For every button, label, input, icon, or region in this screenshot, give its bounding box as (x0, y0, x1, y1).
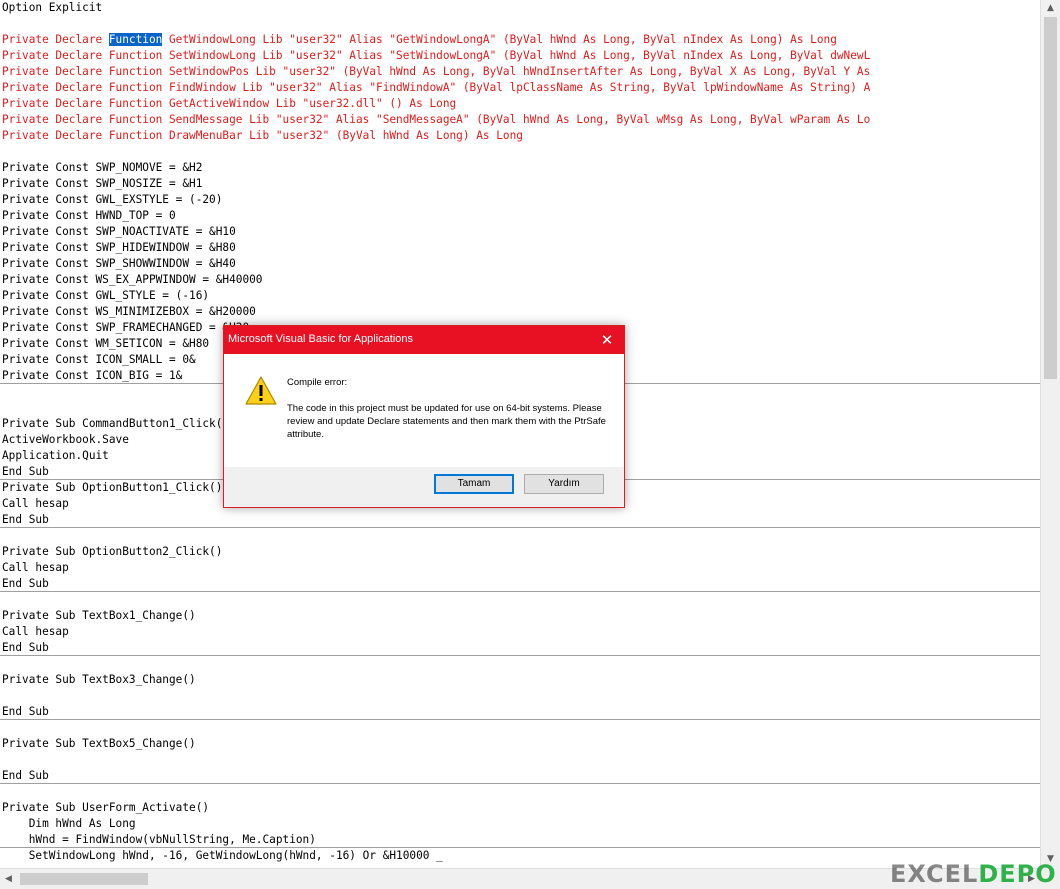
code-line[interactable]: End Sub (2, 704, 49, 720)
code-line[interactable]: Private Declare Function DrawMenuBar Lib… (2, 128, 523, 144)
code-line[interactable]: Private Const SWP_HIDEWINDOW = &H80 (2, 240, 236, 256)
selected-text: Function (108, 33, 163, 46)
code-line[interactable]: Application.Quit (2, 448, 109, 464)
dialog-body: Compile error: The code in this project … (224, 354, 624, 467)
code-line[interactable]: Call hesap (2, 624, 69, 640)
scroll-up-arrow-icon[interactable]: ▲ (1041, 0, 1060, 17)
horizontal-scroll-thumb[interactable] (20, 873, 148, 885)
close-icon[interactable]: ✕ (590, 326, 624, 354)
dialog-titlebar[interactable]: Microsoft Visual Basic for Applications … (224, 326, 624, 354)
code-line[interactable]: Private Declare Function GetActiveWindow… (2, 96, 456, 112)
dialog-title: Microsoft Visual Basic for Applications (228, 333, 414, 345)
scroll-left-arrow-icon[interactable]: ◀ (0, 869, 17, 889)
procedure-separator (0, 655, 1040, 656)
code-line[interactable]: Private Declare Function SendMessage Lib… (2, 112, 870, 128)
ok-button[interactable]: Tamam (434, 474, 514, 494)
code-line[interactable]: Private Const SWP_NOSIZE = &H1 (2, 176, 202, 192)
code-line[interactable]: Private Const WS_EX_APPWINDOW = &H40000 (2, 272, 262, 288)
code-line[interactable]: End Sub (2, 464, 49, 480)
code-line[interactable]: Private Const HWND_TOP = 0 (2, 208, 176, 224)
code-line[interactable]: Call hesap (2, 560, 69, 576)
code-line[interactable]: Private Const ICON_BIG = 1& (2, 368, 182, 384)
code-line[interactable]: Private Const GWL_STYLE = (-16) (2, 288, 209, 304)
help-button[interactable]: Yardım (524, 474, 604, 494)
code-line[interactable]: End Sub (2, 640, 49, 656)
dialog-footer: Tamam Yardım (224, 467, 624, 507)
code-line[interactable]: Option Explicit (2, 0, 102, 16)
code-line[interactable]: Private Const SWP_NOMOVE = &H2 (2, 160, 202, 176)
code-line[interactable]: Private Sub TextBox1_Change() (2, 608, 196, 624)
code-line[interactable]: Private Declare Function GetWindowLong L… (2, 32, 837, 48)
scroll-down-arrow-icon[interactable]: ▼ (1041, 851, 1060, 868)
code-line[interactable]: SetWindowLong hWnd, -16, GetWindowLong(h… (2, 848, 443, 864)
horizontal-scrollbar[interactable]: ◀ ▶ (0, 868, 1040, 889)
procedure-separator (0, 591, 1040, 592)
code-line[interactable]: Private Sub UserForm_Activate() (2, 800, 209, 816)
error-heading: Compile error: (287, 377, 348, 388)
code-line[interactable]: Private Declare Function SetWindowPos Li… (2, 64, 870, 80)
code-line[interactable]: Private Const WS_MINIMIZEBOX = &H20000 (2, 304, 256, 320)
code-line[interactable]: hWnd = FindWindow(vbNullString, Me.Capti… (2, 832, 316, 848)
procedure-separator (0, 527, 1040, 528)
code-line[interactable]: Private Sub OptionButton1_Click() (2, 480, 222, 496)
code-line[interactable]: Private Const SWP_NOACTIVATE = &H10 (2, 224, 236, 240)
code-line[interactable]: End Sub (2, 768, 49, 784)
code-line[interactable]: Private Declare Function FindWindow Lib … (2, 80, 870, 96)
code-line[interactable]: Private Const ICON_SMALL = 0& (2, 352, 196, 368)
code-line[interactable]: Private Sub OptionButton2_Click() (2, 544, 222, 560)
code-line[interactable]: ActiveWorkbook.Save (2, 432, 129, 448)
error-message: The code in this project must be updated… (287, 403, 606, 440)
procedure-separator (0, 847, 1040, 848)
code-line[interactable]: Private Declare Function SetWindowLong L… (2, 48, 870, 64)
code-line[interactable]: Dim hWnd As Long (2, 816, 136, 832)
vertical-scrollbar[interactable]: ▲ ▼ (1040, 0, 1060, 868)
code-line[interactable]: Private Const GWL_EXSTYLE = (-20) (2, 192, 222, 208)
code-line[interactable]: Private Sub TextBox3_Change() (2, 672, 196, 688)
procedure-separator (0, 783, 1040, 784)
code-line-text: Private Declare (2, 33, 109, 46)
code-line[interactable]: Private Sub CommandButton1_Click() (2, 416, 229, 432)
code-line[interactable]: Private Sub TextBox5_Change() (2, 736, 196, 752)
code-line-text: GetWindowLong Lib "user32" Alias "GetWin… (162, 33, 837, 46)
compile-error-dialog: Microsoft Visual Basic for Applications … (223, 325, 625, 508)
code-line[interactable]: Call hesap (2, 496, 69, 512)
code-line[interactable]: Private Const SWP_FRAMECHANGED = &H20 (2, 320, 249, 336)
warning-icon (245, 376, 277, 405)
code-line[interactable]: End Sub (2, 512, 49, 528)
scroll-right-arrow-icon[interactable]: ▶ (1023, 869, 1040, 889)
code-line[interactable]: Private Const SWP_SHOWWINDOW = &H40 (2, 256, 236, 272)
vertical-scroll-thumb[interactable] (1044, 17, 1057, 379)
code-line[interactable]: End Sub (2, 576, 49, 592)
scrollbar-corner (1040, 868, 1060, 889)
code-line[interactable]: Private Const WM_SETICON = &H80 (2, 336, 209, 352)
procedure-separator (0, 719, 1040, 720)
